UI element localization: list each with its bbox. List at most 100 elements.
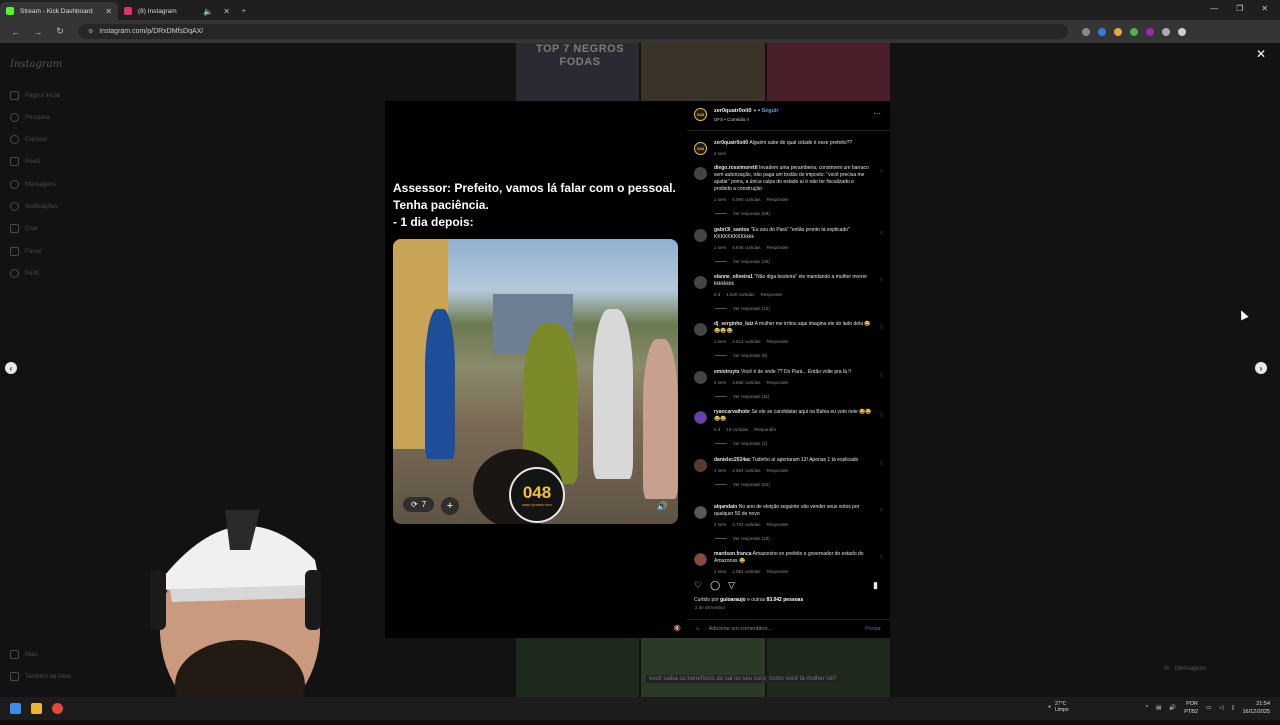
site-info-icon[interactable]: ⚙ (88, 28, 93, 35)
comment-likes[interactable]: 3.855 curtidas (732, 380, 760, 385)
comment-likes[interactable]: 2.514 curtidas (732, 339, 760, 344)
like-comment-heart-icon[interactable]: ♡ (880, 231, 884, 237)
comment-likes[interactable]: 8.646 curtidas (732, 245, 760, 250)
thumbnail[interactable] (766, 638, 890, 697)
comment-username[interactable]: ryancarvalhobr (714, 409, 750, 415)
view-replies-button[interactable]: Ver respostas (59) (715, 210, 872, 217)
like-comment-heart-icon[interactable]: ♡ (880, 461, 884, 467)
weather-widget[interactable]: ● 27°C Limpo (1048, 701, 1069, 713)
avatar[interactable] (694, 167, 707, 180)
reply-button[interactable]: Responder (767, 468, 789, 473)
avatar[interactable] (694, 276, 707, 289)
like-comment-heart-icon[interactable]: ♡ (880, 373, 884, 379)
add-button[interactable]: + (441, 497, 459, 515)
post-audio-info[interactable]: DFS • Comédia !! (714, 117, 749, 122)
sidebar-item-also-meta[interactable]: Também da Meta (10, 672, 71, 681)
comment-likes[interactable]: 1.064 curtidas (732, 569, 760, 574)
post-author[interactable]: zer0quatr0oit0 ● • Seguir (714, 108, 779, 114)
previous-post-button[interactable]: ‹ (5, 362, 17, 374)
like-comment-heart-icon[interactable]: ♡ (880, 169, 884, 175)
thumbnail[interactable] (766, 43, 890, 101)
windows-start-icon[interactable] (10, 703, 21, 714)
close-tab-icon[interactable]: ✕ (105, 7, 112, 16)
messages-floating-button[interactable]: ✉ Mensagens (1164, 665, 1206, 673)
language-indicator[interactable]: POR PTB2 (1184, 700, 1198, 716)
comment-username[interactable]: emiotruyts (714, 369, 740, 375)
back-icon[interactable]: ← (10, 27, 22, 37)
repost-button[interactable]: ⟳ 7 (403, 497, 435, 512)
thumbnail[interactable] (641, 638, 765, 697)
author-username[interactable]: zer0quatr0oit0 (714, 108, 752, 114)
comment-username[interactable]: gabri3l_santos (714, 227, 749, 233)
instagram-logo[interactable]: Instagram (10, 59, 62, 70)
likes-user[interactable]: guioaraujo (720, 597, 746, 603)
comment-username[interactable]: diego.rossimorettl (714, 165, 758, 171)
reply-button[interactable]: Responder (761, 292, 783, 297)
comment-username[interactable]: alqandain (714, 504, 737, 510)
comment-likes[interactable]: 5.090 curtidas (732, 197, 760, 202)
download-icon[interactable] (1162, 27, 1170, 36)
comment-likes[interactable]: 2.654 curtidas (732, 468, 760, 473)
share-icon[interactable]: ▽ (728, 580, 735, 591)
thumbnail[interactable] (516, 638, 640, 697)
thumbnail[interactable] (641, 43, 765, 101)
like-comment-heart-icon[interactable]: ♡ (880, 278, 884, 284)
close-window-icon[interactable]: ✕ (1261, 4, 1268, 13)
avatar[interactable]: 048 (694, 142, 707, 155)
sidebar-item-notifications[interactable]: Notificações (10, 202, 58, 211)
like-comment-heart-icon[interactable]: ♡ (880, 413, 884, 419)
avatar[interactable] (694, 371, 707, 384)
like-heart-icon[interactable]: ♡ (694, 580, 702, 591)
battery-icon[interactable]: ▯ (1231, 705, 1234, 711)
speaker-icon[interactable]: ◁ (1219, 705, 1223, 711)
url-field[interactable]: ⚙ instagram.com/p/DRxDMfsDqAX/ (78, 24, 1068, 39)
comment-username[interactable]: dj_serginho_luiz (714, 321, 753, 327)
extension-icon[interactable] (1146, 27, 1154, 36)
like-comment-heart-icon[interactable]: ♡ (880, 508, 884, 514)
avatar[interactable]: 048 (694, 108, 707, 121)
avatar[interactable] (694, 459, 707, 472)
sidebar-item-messages[interactable]: Mensagens (10, 180, 56, 189)
avatar[interactable] (694, 553, 707, 566)
sidebar-item-more[interactable]: Mais (10, 650, 38, 659)
sidebar-item-create[interactable]: Criar (10, 224, 38, 233)
network-icon[interactable]: ▤ (1156, 705, 1161, 711)
reload-icon[interactable]: ↻ (54, 26, 66, 37)
likes-summary[interactable]: Curtido por guioaraujo e outras 83.042 p… (694, 597, 803, 603)
comment-likes[interactable]: 15 curtidas (726, 427, 748, 432)
comment-likes[interactable]: 2.702 curtidas (732, 522, 760, 527)
extension-icon[interactable] (1130, 27, 1138, 36)
maximize-icon[interactable]: ❐ (1236, 4, 1243, 13)
chrome-icon[interactable] (52, 703, 63, 714)
extension-icon[interactable] (1114, 27, 1122, 36)
avatar[interactable] (694, 506, 707, 519)
comment-username[interactable]: zer0quatr0oit0 (714, 140, 748, 146)
like-comment-heart-icon[interactable]: ♡ (880, 555, 884, 561)
next-post-button[interactable]: › (1255, 362, 1267, 374)
minimize-icon[interactable]: — (1210, 4, 1218, 13)
reply-button[interactable]: Responder (767, 380, 789, 385)
audio-toggle-icon[interactable]: 🔇 (674, 625, 681, 632)
volume-icon[interactable]: 🔊 (657, 501, 668, 512)
sidebar-item-reels[interactable]: Reels (10, 157, 40, 166)
video-player[interactable]: 048 ZERO QUATRO OITO ⟳ 7 + 🔊 (393, 239, 678, 524)
avatar[interactable] (694, 411, 707, 424)
comment-likes[interactable]: 1.620 curtidas (726, 292, 754, 297)
comment-username[interactable]: danielec2024ac (714, 457, 751, 463)
file-explorer-icon[interactable] (31, 703, 42, 714)
sidebar-item-search[interactable]: Pesquisa (10, 113, 50, 122)
reply-button[interactable]: Responder (754, 427, 776, 432)
comment-input[interactable]: Adicione um comentário... (709, 626, 773, 632)
extension-icon[interactable] (1098, 27, 1106, 36)
comment-username[interactable]: mardson.franca (714, 551, 752, 557)
view-replies-button[interactable]: Ver respostas (12) (715, 305, 872, 312)
profile-avatar[interactable] (1178, 27, 1186, 36)
reply-button[interactable]: Responder (767, 339, 789, 344)
sidebar-item-home[interactable]: Página inicial (10, 91, 60, 100)
display-icon[interactable]: ▭ (1206, 705, 1211, 711)
like-comment-heart-icon[interactable]: ♡ (880, 325, 884, 331)
view-replies-button[interactable]: Ver respostas (30) (715, 258, 872, 265)
view-replies-button[interactable]: Ver respostas (2) (715, 440, 872, 447)
avatar[interactable] (694, 229, 707, 242)
view-replies-button[interactable]: Ver respostas (8) (715, 352, 872, 359)
